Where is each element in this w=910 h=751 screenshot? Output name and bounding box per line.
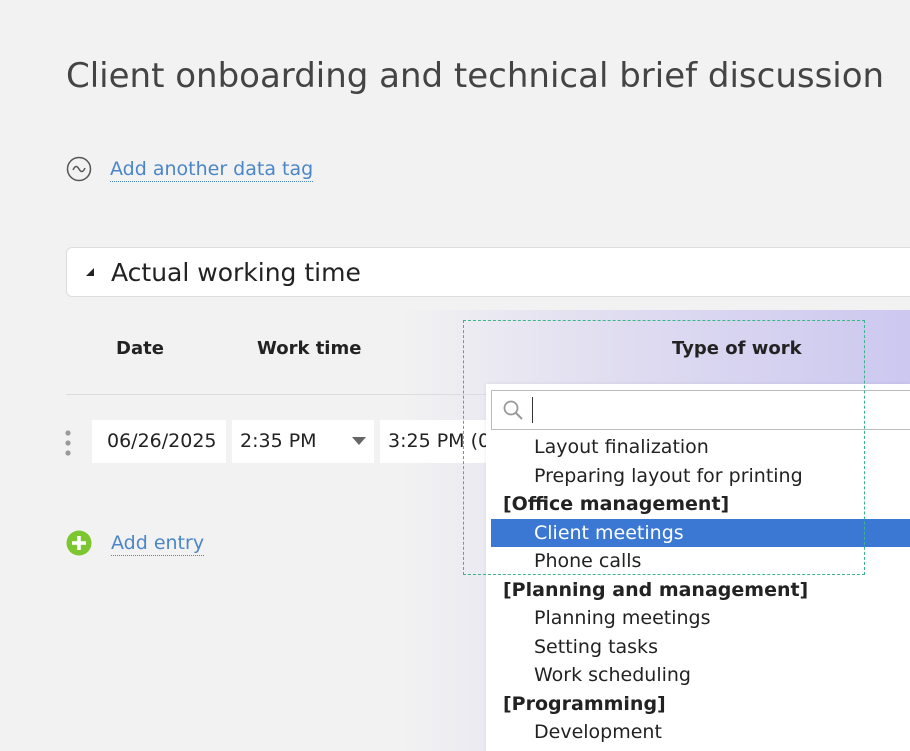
option-group-office-management: [Office management] (503, 493, 730, 515)
option-planning-meetings[interactable]: Planning meetings (486, 604, 910, 633)
dropdown-search-box[interactable] (491, 390, 910, 430)
option-phone-calls[interactable]: Phone calls (486, 547, 910, 576)
search-icon (503, 400, 523, 420)
column-header-date: Date (116, 338, 164, 359)
page-title: Client onboarding and technical brief di… (66, 56, 885, 96)
add-data-tag-link[interactable]: Add another data tag (110, 157, 314, 182)
add-data-tag-row: Add another data tag (66, 156, 314, 182)
wave-circle-icon (66, 156, 92, 182)
start-time-select[interactable]: 2:35 PM (232, 420, 374, 463)
option-client-meetings[interactable]: Client meetings (491, 518, 910, 547)
type-of-work-dropdown[interactable]: Layout finalization Preparing layout for … (486, 384, 910, 751)
end-time-field[interactable]: 3:25 PM (0 (380, 420, 490, 463)
add-entry-row: Add entry (66, 530, 205, 556)
column-header-work-time: Work time (257, 338, 362, 359)
plus-circle-icon[interactable] (66, 530, 92, 556)
option-preparing-layout-for-printing[interactable]: Preparing layout for printing (486, 462, 910, 491)
dropdown-search-input[interactable] (532, 397, 910, 423)
option-setting-tasks[interactable]: Setting tasks (486, 633, 910, 662)
option-development[interactable]: Development (486, 718, 910, 747)
actual-working-time-header[interactable]: Actual working time (66, 247, 910, 297)
column-header-type-of-work: Type of work (672, 338, 802, 359)
dropdown-options-list: Layout finalization Preparing layout for … (486, 433, 910, 747)
date-field[interactable]: 06/26/2025 (92, 420, 226, 463)
add-entry-link[interactable]: Add entry (111, 531, 205, 556)
option-group-planning-and-management: [Planning and management] (503, 578, 809, 601)
drag-handle-icon[interactable] (64, 430, 72, 456)
caret-down-icon (352, 437, 366, 445)
header-divider (66, 394, 496, 395)
triangle-collapse-icon[interactable] (85, 267, 95, 277)
section-title: Actual working time (111, 257, 361, 287)
start-time-value: 2:35 PM (240, 430, 317, 452)
option-work-scheduling[interactable]: Work scheduling (486, 661, 910, 690)
option-group-programming: [Programming] (503, 692, 666, 715)
option-layout-finalization[interactable]: Layout finalization (486, 433, 910, 462)
